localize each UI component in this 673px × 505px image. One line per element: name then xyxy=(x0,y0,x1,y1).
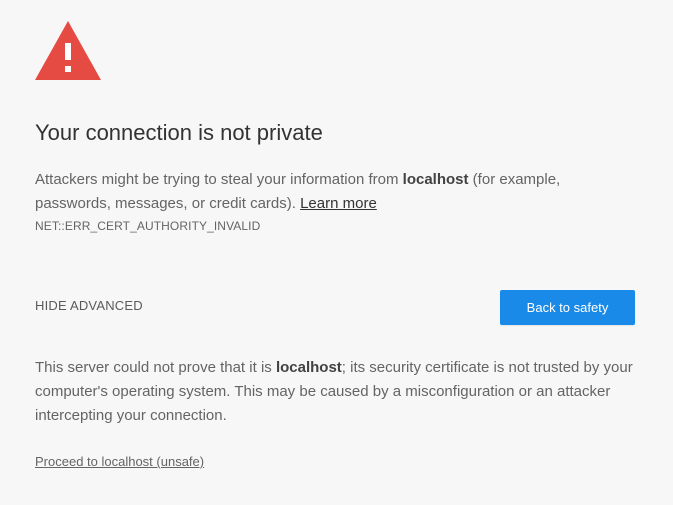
explanation-text: Attackers might be trying to steal your … xyxy=(35,168,635,216)
hide-advanced-button[interactable]: HIDE ADVANCED xyxy=(35,298,143,313)
proceed-unsafe-link[interactable]: Proceed to localhost (unsafe) xyxy=(35,454,204,469)
page-title: Your connection is not private xyxy=(35,120,323,145)
error-code: NET::ERR_CERT_AUTHORITY_INVALID xyxy=(35,219,261,233)
warning-triangle-icon xyxy=(35,21,101,80)
explanation-part1: Attackers might be trying to steal your … xyxy=(35,171,403,188)
back-to-safety-button[interactable]: Back to safety xyxy=(500,290,635,325)
learn-more-link[interactable]: Learn more xyxy=(300,195,377,212)
explanation-host: localhost xyxy=(402,171,469,188)
interstitial-page: Your connection is not private Attackers… xyxy=(0,0,673,505)
details-text: This server could not prove that it is l… xyxy=(35,356,645,428)
details-host: localhost xyxy=(275,359,342,376)
details-part1: This server could not prove that it is xyxy=(35,359,276,376)
